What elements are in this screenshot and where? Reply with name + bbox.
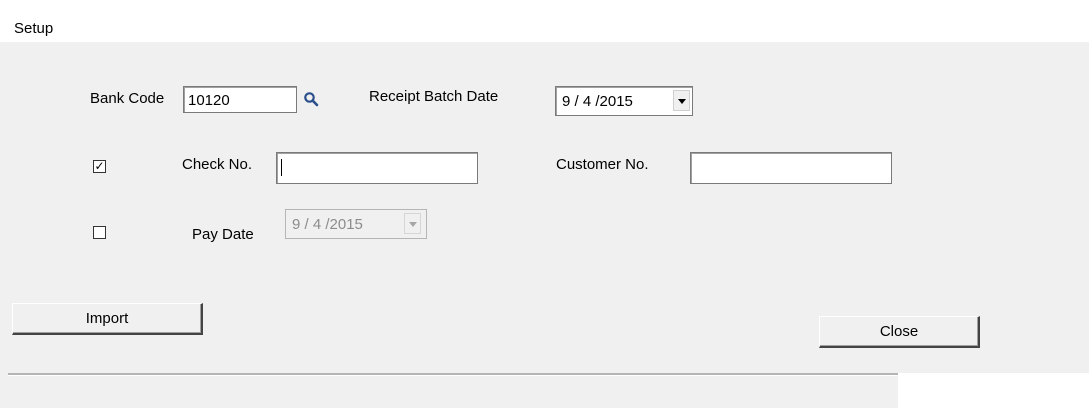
search-icon[interactable] bbox=[303, 91, 319, 107]
receipt-batch-date-picker[interactable]: 9 / 4 /2015 bbox=[555, 86, 693, 116]
customer-no-input[interactable] bbox=[690, 152, 892, 184]
pay-date-value: 9 / 4 /2015 bbox=[292, 216, 363, 233]
check-no-label: Check No. bbox=[182, 156, 253, 173]
import-button[interactable]: Import bbox=[12, 303, 203, 335]
pay-date-checkbox[interactable] bbox=[93, 226, 106, 239]
receipt-batch-date-label: Receipt Batch Date bbox=[369, 88, 499, 105]
title-bar: Setup bbox=[0, 0, 1089, 42]
chevron-down-icon[interactable] bbox=[673, 90, 690, 111]
bank-code-input[interactable]: 10120 bbox=[183, 86, 297, 113]
status-divider bbox=[8, 373, 898, 376]
bank-code-label: Bank Code bbox=[90, 90, 165, 107]
bank-code-value: 10120 bbox=[188, 92, 230, 109]
check-no-input[interactable] bbox=[276, 152, 478, 184]
receipt-batch-date-value: 9 / 4 /2015 bbox=[562, 93, 633, 110]
text-caret bbox=[281, 158, 282, 176]
pay-date-label: Pay Date bbox=[192, 226, 254, 243]
chevron-down-icon[interactable] bbox=[404, 213, 421, 234]
close-button[interactable]: Close bbox=[819, 316, 980, 348]
window-title: Setup bbox=[14, 20, 54, 37]
pay-date-picker[interactable]: 9 / 4 /2015 bbox=[285, 209, 427, 239]
customer-no-label: Customer No. bbox=[556, 156, 649, 173]
check-mark: ✓ bbox=[94, 159, 105, 173]
check-no-checkbox[interactable]: ✓ bbox=[93, 160, 106, 173]
status-area bbox=[898, 373, 1089, 408]
